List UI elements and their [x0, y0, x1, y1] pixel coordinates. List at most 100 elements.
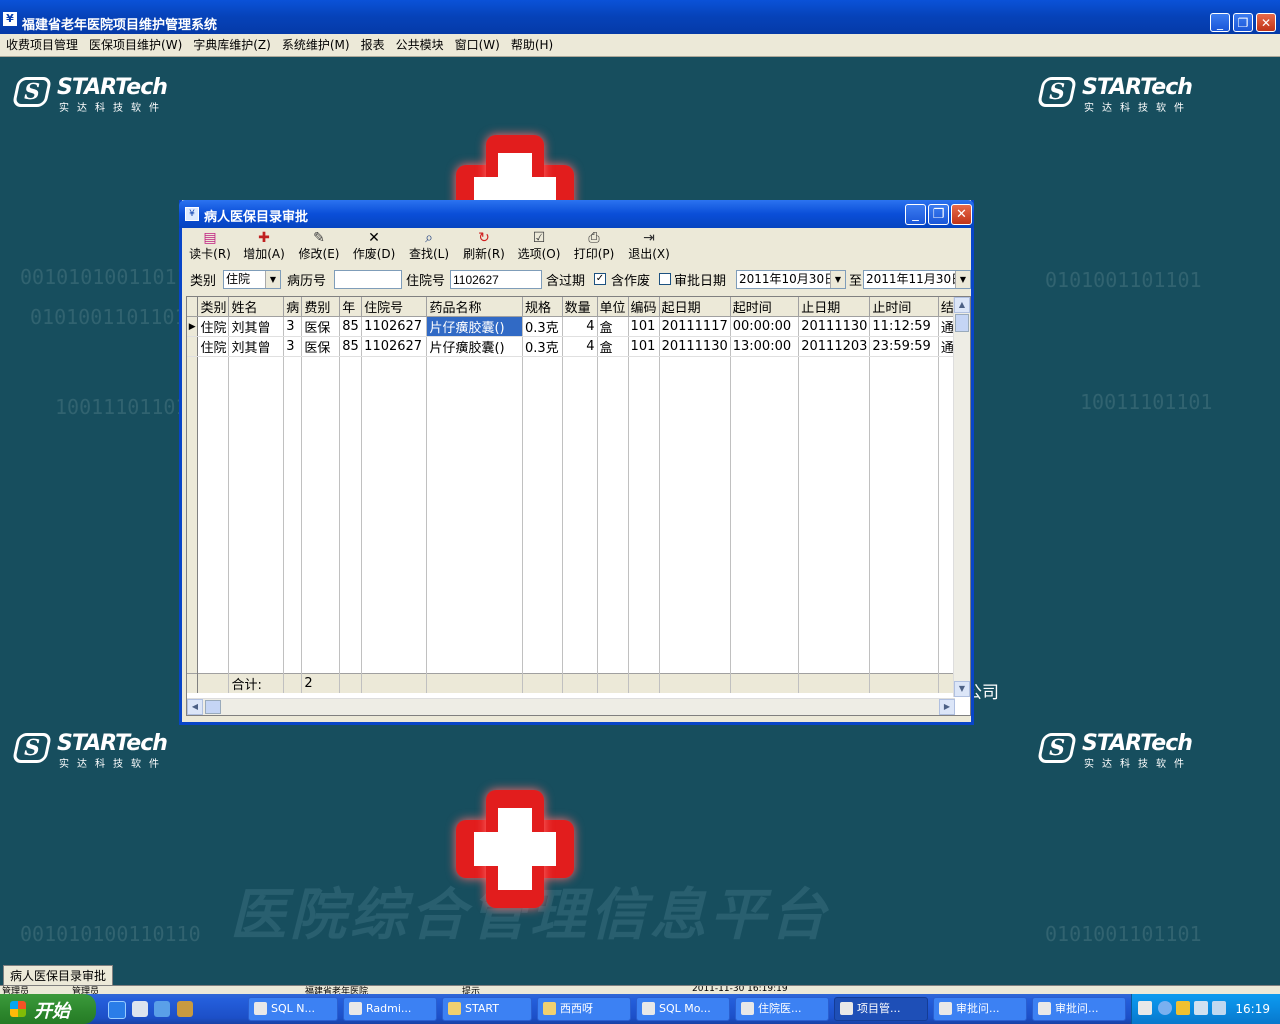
grid-cell[interactable]: 盒: [597, 316, 629, 337]
grid-cell[interactable]: 13:00:00: [730, 336, 800, 357]
print-button[interactable]: ⎙ 打印(P): [572, 230, 616, 264]
grid-cell[interactable]: 片仔癀胶囊(): [426, 336, 523, 357]
add-button[interactable]: ✚ 增加(A): [242, 230, 286, 264]
dialog-maximize-button[interactable]: ❐: [928, 204, 949, 225]
grid-cell[interactable]: 刘其曾: [228, 316, 285, 337]
show-desktop-icon[interactable]: [132, 1001, 148, 1017]
approval-grid[interactable]: 类别 姓名 病 费别 年 住院号 药品名称 规格 数量 单位 编码 起日期 起时…: [186, 296, 971, 716]
grid-cell[interactable]: 11:12:59: [869, 316, 939, 337]
app-quicklaunch-icon[interactable]: [177, 1001, 193, 1017]
grid-cell[interactable]: 00:00:00: [730, 316, 800, 337]
grid-cell[interactable]: 4: [562, 316, 598, 337]
scroll-thumb[interactable]: [955, 314, 969, 332]
col-header[interactable]: 数量: [562, 297, 598, 317]
table-row[interactable]: ▶ 住院 刘其曾 3 医保 85 1102627 片仔癀胶囊() 0.3克 4 …: [187, 316, 970, 337]
menu-common[interactable]: 公共模块: [391, 34, 449, 56]
grid-cell[interactable]: 23:59:59: [869, 336, 939, 357]
task-approval-2[interactable]: 审批问...: [1032, 997, 1126, 1021]
grid-cell[interactable]: 101: [628, 316, 660, 337]
tray-expand-icon[interactable]: [1158, 1001, 1172, 1015]
grid-cell[interactable]: 盒: [597, 336, 629, 357]
app-minimize-button[interactable]: _: [1210, 13, 1230, 32]
record-no-input[interactable]: [334, 270, 402, 289]
col-header[interactable]: 药品名称: [426, 297, 523, 317]
task-xixiya[interactable]: 西西呀: [537, 997, 631, 1021]
menu-charge-items[interactable]: 收费项目管理: [1, 34, 83, 56]
col-header[interactable]: 住院号: [361, 297, 428, 317]
menu-insurance-items[interactable]: 医保项目维护(W): [84, 34, 187, 56]
app-close-button[interactable]: ✕: [1256, 13, 1276, 32]
grid-cell[interactable]: 1102627: [361, 336, 428, 357]
grid-cell-selected[interactable]: 片仔癀胶囊(): [426, 316, 523, 337]
task-sql-n[interactable]: SQL N...: [248, 997, 338, 1021]
menu-system[interactable]: 系统维护(M): [277, 34, 355, 56]
grid-cell[interactable]: 101: [628, 336, 660, 357]
chevron-down-icon[interactable]: ▼: [830, 271, 845, 288]
grid-cell[interactable]: 0.3克: [522, 316, 563, 337]
grid-cell[interactable]: 住院: [197, 336, 230, 357]
grid-cell[interactable]: 85: [339, 316, 363, 337]
find-button[interactable]: ⌕ 查找(L): [407, 230, 451, 264]
grid-cell[interactable]: 刘其曾: [228, 336, 285, 357]
grid-cell[interactable]: 医保: [301, 316, 341, 337]
col-header[interactable]: 类别: [197, 297, 230, 317]
dialog-minimize-button[interactable]: _: [905, 204, 926, 225]
grid-cell[interactable]: 20111130: [659, 336, 731, 357]
include-void-checkbox[interactable]: [659, 273, 671, 285]
task-project-mgmt[interactable]: 项目管...: [834, 997, 928, 1021]
read-card-button[interactable]: ▤ 读卡(R): [188, 230, 232, 264]
grid-cell[interactable]: 住院: [197, 316, 230, 337]
grid-cell[interactable]: 3: [283, 316, 303, 337]
task-inpatient[interactable]: 住院医...: [735, 997, 829, 1021]
options-button[interactable]: ☑ 选项(O): [517, 230, 561, 264]
grid-cell[interactable]: 3: [283, 336, 303, 357]
grid-cell[interactable]: 20111117: [659, 316, 731, 337]
exit-button[interactable]: ⇥ 退出(X): [627, 230, 671, 264]
task-start-folder[interactable]: START: [442, 997, 532, 1021]
grid-cell[interactable]: 4: [562, 336, 598, 357]
dialog-title-bar[interactable]: ¥ 病人医保目录审批 _ ❐ ✕: [179, 200, 974, 228]
network-icon[interactable]: [1194, 1001, 1208, 1015]
grid-vertical-scrollbar[interactable]: ▲ ▼: [953, 297, 970, 697]
task-approval-1[interactable]: 审批问...: [933, 997, 1027, 1021]
ie-icon[interactable]: [108, 1001, 126, 1019]
menu-dictionary[interactable]: 字典库维护(Z): [188, 34, 276, 56]
col-header[interactable]: 止日期: [798, 297, 871, 317]
include-expired-checkbox[interactable]: ✓: [594, 273, 606, 285]
grid-cell[interactable]: 20111203: [798, 336, 871, 357]
col-header[interactable]: 费别: [301, 297, 341, 317]
display-icon[interactable]: [1212, 1001, 1226, 1015]
app-restore-button[interactable]: ❐: [1233, 13, 1253, 32]
qq-icon[interactable]: [1176, 1001, 1190, 1015]
col-header[interactable]: 规格: [522, 297, 563, 317]
menu-window[interactable]: 窗口(W): [450, 34, 505, 56]
scroll-down-icon[interactable]: ▼: [954, 681, 970, 697]
grid-cell[interactable]: 85: [339, 336, 363, 357]
mdi-window-tab[interactable]: 病人医保目录审批: [3, 965, 114, 986]
edit-button[interactable]: ✎ 修改(E): [297, 230, 341, 264]
col-header[interactable]: 年: [339, 297, 363, 317]
keyboard-icon[interactable]: [1138, 1001, 1152, 1015]
scroll-up-icon[interactable]: ▲: [954, 297, 970, 313]
col-header[interactable]: 止时间: [869, 297, 939, 317]
menu-reports[interactable]: 报表: [356, 34, 390, 56]
grid-cell[interactable]: 20111130: [798, 316, 871, 337]
scroll-right-icon[interactable]: ▶: [939, 699, 955, 715]
task-sql-mo[interactable]: SQL Mo...: [636, 997, 730, 1021]
inpatient-no-input[interactable]: [450, 270, 542, 289]
app-quicklaunch-icon[interactable]: [154, 1001, 170, 1017]
grid-cell[interactable]: 0.3克: [522, 336, 563, 357]
scroll-thumb[interactable]: [205, 700, 221, 714]
date-to-picker[interactable]: 2011年11月30日 ▼: [863, 270, 971, 289]
date-from-picker[interactable]: 2011年10月30日 ▼: [736, 270, 846, 289]
chevron-down-icon[interactable]: ▼: [265, 271, 280, 288]
table-row[interactable]: 住院 刘其曾 3 医保 85 1102627 片仔癀胶囊() 0.3克 4 盒 …: [187, 336, 970, 357]
grid-horizontal-scrollbar[interactable]: ◀ ▶: [187, 698, 955, 715]
dialog-close-button[interactable]: ✕: [951, 204, 972, 225]
chevron-down-icon[interactable]: ▼: [955, 271, 970, 288]
refresh-button[interactable]: ↻ 刷新(R): [462, 230, 506, 264]
task-radmin[interactable]: Radmi...: [343, 997, 437, 1021]
void-button[interactable]: ✕ 作废(D): [352, 230, 396, 264]
scroll-left-icon[interactable]: ◀: [187, 699, 203, 715]
col-header[interactable]: 单位: [597, 297, 629, 317]
